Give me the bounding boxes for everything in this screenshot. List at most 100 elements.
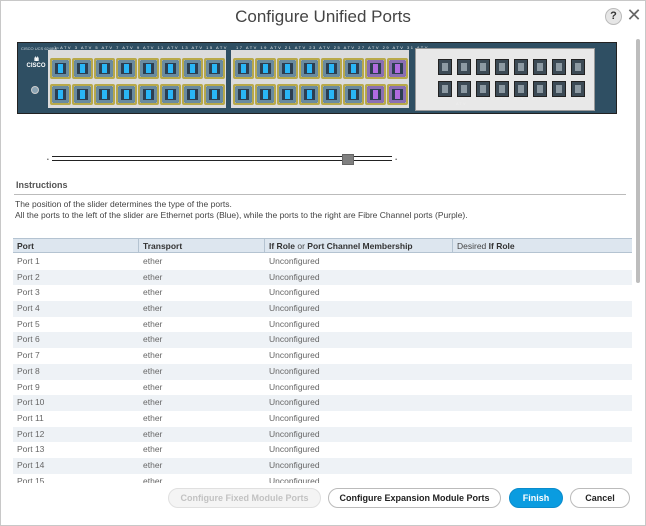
expansion-port-icon[interactable] [495,81,509,97]
configure-fixed-module-ports-button[interactable]: Configure Fixed Module Ports [168,488,321,508]
table-row[interactable]: Port 7 ether Unconfigured [13,348,632,364]
switch-port-icon[interactable] [182,58,203,79]
close-icon[interactable]: ✕ [626,6,642,24]
configure-expansion-module-ports-button[interactable]: Configure Expansion Module Ports [328,488,501,508]
switch-port-icon[interactable] [387,58,408,79]
switch-port-icon[interactable] [116,84,137,105]
switch-port-icon[interactable] [365,58,386,79]
switch-port-icon[interactable] [255,84,276,105]
port-frame [160,58,181,79]
slider-left-end: • [47,157,49,163]
table-row[interactable]: Port 15 ether Unconfigured [13,474,632,483]
table-row[interactable]: Port 8 ether Unconfigured [13,363,632,380]
switch-port-icon[interactable] [299,58,320,79]
table-body: Port 1 ether Unconfigured Port 2 ether Unconf… [13,254,632,483]
column-header-desired-if-role[interactable]: Desired If Role [453,239,632,253]
port-cell: Port 4 [17,303,40,314]
if-role-cell: Unconfigured [269,271,320,282]
port-group-17-32 [231,50,409,108]
instructions-divider [14,194,626,195]
switch-port-icon[interactable] [138,84,159,105]
expansion-port-icon[interactable] [457,81,471,97]
table-row[interactable]: Port 3 ether Unconfigured [13,285,632,301]
switch-port-icon[interactable] [277,58,298,79]
switch-port-icon[interactable] [94,84,115,105]
table-row[interactable]: Port 14 ether Unconfigured [13,457,632,474]
port-frame [233,58,254,79]
switch-port-icon[interactable] [299,84,320,105]
expansion-port-icon[interactable] [438,59,452,75]
table-row[interactable]: Port 4 ether Unconfigured [13,301,632,317]
dialog-scrollbar[interactable] [636,37,642,285]
table-row[interactable]: Port 2 ether Unconfigured [13,269,632,286]
port-frame [72,58,93,79]
desired-if-role-cell [453,270,632,286]
switch-port-icon[interactable] [321,84,342,105]
expansion-port-icon[interactable] [514,81,528,97]
table-row[interactable]: Port 1 ether Unconfigured [13,254,632,270]
column-header-port[interactable]: Port [13,239,139,253]
switch-port-icon[interactable] [50,84,71,105]
expansion-port-icon[interactable] [457,59,471,75]
switch-port-icon[interactable] [50,58,71,79]
desired-if-role-cell [453,317,632,333]
switch-port-icon[interactable] [160,84,181,105]
switch-port-icon[interactable] [233,84,254,105]
desired-if-role-cell [453,395,632,411]
switch-port-icon[interactable] [160,58,181,79]
port-cell: Port 1 [17,256,40,266]
switch-port-icon[interactable] [255,58,276,79]
switch-port-icon[interactable] [233,58,254,79]
switch-port-icon[interactable] [387,84,408,105]
help-button[interactable]: ? [605,8,622,25]
column-header-transport[interactable]: Transport [139,239,265,253]
switch-port-icon[interactable] [204,84,225,105]
switch-port-icon[interactable] [277,84,298,105]
switch-port-icon[interactable] [72,84,93,105]
table-row[interactable]: Port 5 ether Unconfigured [13,317,632,333]
expansion-port-icon[interactable] [438,81,452,97]
switch-port-icon[interactable] [138,58,159,79]
expansion-port-icon[interactable] [514,59,528,75]
expansion-port-icon[interactable] [533,59,547,75]
switch-port-icon[interactable] [72,58,93,79]
expansion-port-icon[interactable] [476,59,490,75]
switch-port-icon[interactable] [94,58,115,79]
transport-cell: ether [143,334,163,345]
expansion-port-icon[interactable] [533,81,547,97]
transport-cell: ether [143,397,163,408]
expansion-port-icon[interactable] [552,59,566,75]
transport-cell: ether [143,459,163,470]
transport-cell: ether [143,318,163,329]
if-role-cell: Unconfigured [269,287,320,298]
port-cell: Port 12 [17,428,45,439]
table-row[interactable]: Port 12 ether Unconfigured [13,426,632,443]
switch-port-icon[interactable] [182,84,203,105]
cancel-button[interactable]: Cancel [570,488,630,508]
port-type-slider[interactable]: • • [47,151,397,167]
column-header-if-role[interactable]: If Role or Port Channel Membership [265,239,453,253]
switch-port-icon[interactable] [343,58,364,79]
expansion-port-icon[interactable] [495,59,509,75]
scrollbar-thumb[interactable] [636,39,640,283]
switch-port-icon[interactable] [365,84,386,105]
expansion-port-icon[interactable] [476,81,490,97]
slider-rail-bottom [52,160,392,161]
table-row[interactable]: Port 11 ether Unconfigured [13,411,632,427]
switch-port-icon[interactable] [343,84,364,105]
if-role-cell: Unconfigured [269,412,320,423]
table-row[interactable]: Port 13 ether Unconfigured [13,442,632,458]
port-frame [204,58,225,79]
table-row[interactable]: Port 10 ether Unconfigured [13,395,632,411]
slider-thumb[interactable] [342,154,354,165]
switch-port-icon[interactable] [321,58,342,79]
finish-button[interactable]: Finish [509,488,563,508]
table-row[interactable]: Port 6 ether Unconfigured [13,332,632,349]
switch-port-icon[interactable] [204,58,225,79]
expansion-port-icon[interactable] [571,81,585,97]
desired-if-role-cell [453,301,632,317]
table-row[interactable]: Port 9 ether Unconfigured [13,380,632,396]
expansion-port-icon[interactable] [552,81,566,97]
switch-port-icon[interactable] [116,58,137,79]
expansion-port-icon[interactable] [571,59,585,75]
